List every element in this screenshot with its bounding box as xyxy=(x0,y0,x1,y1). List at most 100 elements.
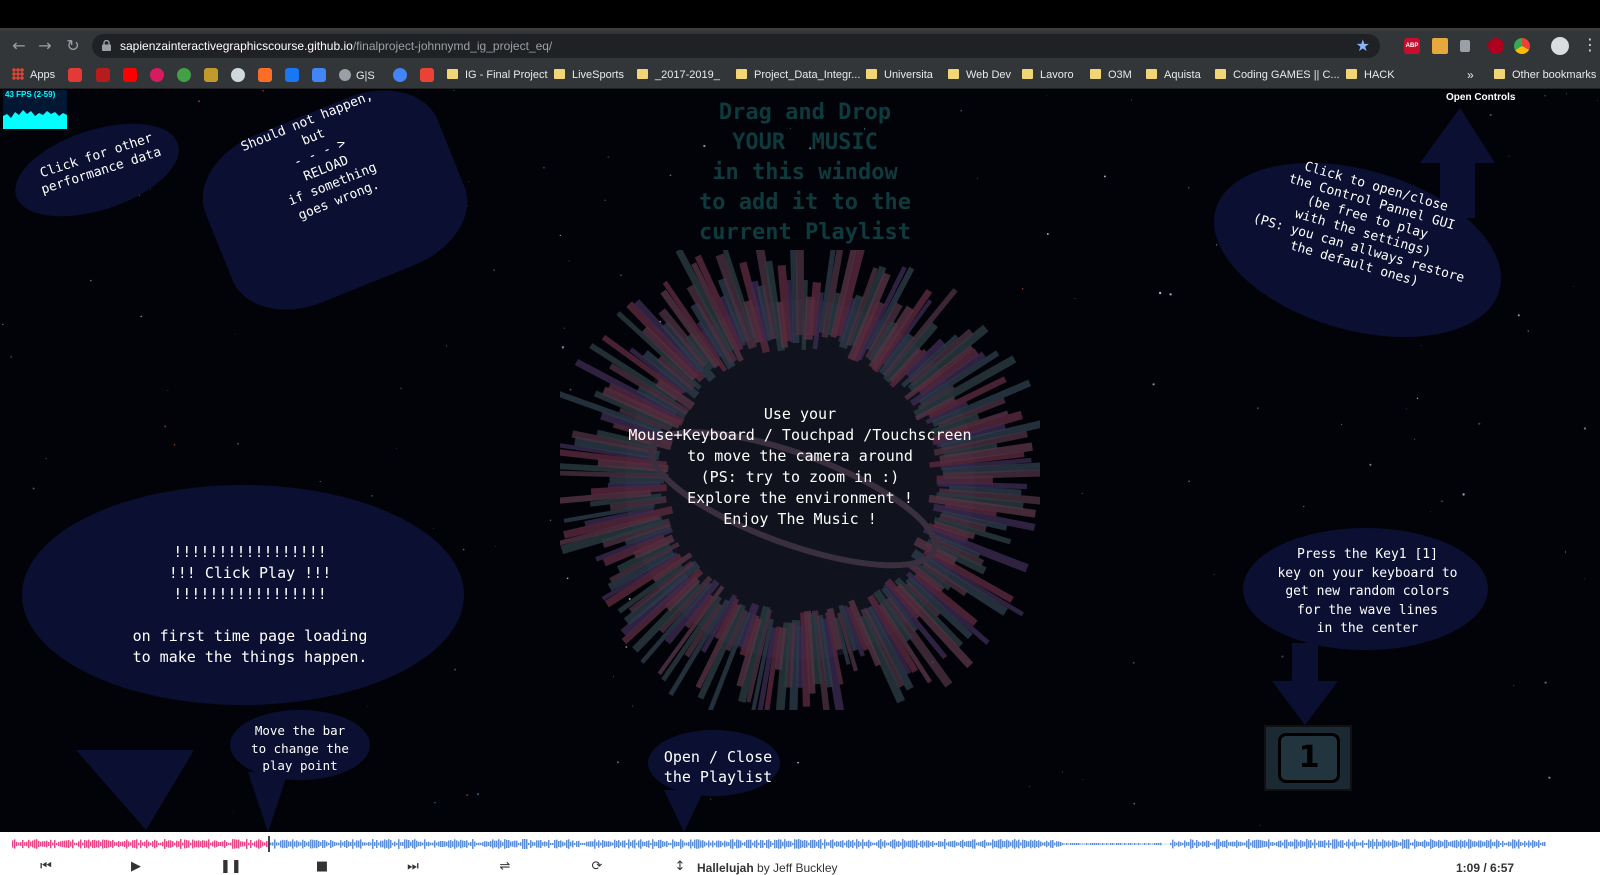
waveform-sample xyxy=(222,841,224,847)
folder-icon xyxy=(1346,69,1357,79)
github-favicon-icon[interactable] xyxy=(231,68,245,82)
waveform-sample xyxy=(852,839,854,848)
waveform-sample xyxy=(1110,843,1112,845)
waveform-sample xyxy=(316,839,318,849)
chrome-extension-icon[interactable] xyxy=(1514,38,1530,54)
keyboard-key1-icon: 1 xyxy=(1264,725,1352,791)
waveform-sample xyxy=(1348,839,1350,849)
waveform-sample xyxy=(450,840,452,848)
waveform-sample xyxy=(34,839,36,849)
profile-avatar[interactable] xyxy=(1551,37,1569,55)
waveform-sample xyxy=(118,841,120,847)
bookmark-favicon[interactable] xyxy=(204,68,218,82)
extension-icon[interactable] xyxy=(1460,40,1470,52)
address-bar[interactable]: sapienzainteractivegraphicscourse.github… xyxy=(92,34,1380,58)
youtube-favicon-icon[interactable] xyxy=(123,68,137,82)
bookmark-apps[interactable]: Apps xyxy=(12,67,55,83)
facebook-favicon-icon[interactable] xyxy=(285,68,299,82)
waveform-sample xyxy=(758,842,760,846)
extension-icon[interactable] xyxy=(1488,38,1504,54)
waveform-sample xyxy=(408,840,410,848)
extension-icon[interactable] xyxy=(1432,38,1448,54)
bookmark-favicon[interactable] xyxy=(177,68,191,82)
bookmark-favicon[interactable] xyxy=(393,68,407,82)
forward-icon[interactable]: → xyxy=(34,35,56,57)
menu-dots-icon[interactable]: ⋮ xyxy=(1582,35,1598,54)
waveform-sample xyxy=(954,840,956,848)
waveform-sample xyxy=(1382,839,1384,849)
waveform-sample xyxy=(1520,842,1522,846)
other-bookmarks[interactable]: Other bookmarks xyxy=(1494,67,1596,83)
star xyxy=(466,794,469,796)
waveform-sample xyxy=(96,840,98,848)
pause-button[interactable]: ❚❚ xyxy=(220,860,242,874)
playlist-toggle-button[interactable]: ↕ xyxy=(670,860,690,874)
adblock-extension-icon[interactable]: ABP xyxy=(1404,38,1420,54)
star xyxy=(396,447,398,449)
bookmark-favicon[interactable] xyxy=(150,68,164,82)
waveform-sample xyxy=(1510,842,1512,846)
stop-button[interactable]: ■ xyxy=(312,860,332,874)
waveform-sample xyxy=(1412,842,1414,846)
waveform-sample xyxy=(1098,843,1100,845)
key1-cap: 1 xyxy=(1278,733,1340,783)
waveform-sample xyxy=(1380,841,1382,847)
waveform-seekbar[interactable] xyxy=(0,832,1600,858)
bookmark-favicon[interactable] xyxy=(68,68,82,82)
waveform-sample xyxy=(376,840,378,848)
bookmark-folder[interactable]: Project_Data_Integr... xyxy=(736,67,860,83)
waveform-sample xyxy=(202,840,204,848)
waveform-sample xyxy=(24,842,26,846)
waveform-sample xyxy=(336,842,338,846)
open-controls-button[interactable]: Open Controls xyxy=(1446,92,1515,103)
waveform-sample xyxy=(1394,840,1396,848)
visualizer-canvas[interactable]: Click for other performance data Should … xyxy=(0,90,1600,832)
waveform-sample xyxy=(404,839,406,849)
waveform-sample xyxy=(846,840,848,848)
bookmark-gis[interactable]: G|S xyxy=(339,67,375,83)
bookmark-folder[interactable]: Aquista xyxy=(1146,67,1201,83)
bookmark-folder[interactable]: IG - Final Project xyxy=(447,67,548,83)
waveform-sample xyxy=(542,842,544,846)
waveform-sample xyxy=(836,841,838,847)
playhead[interactable] xyxy=(268,836,270,852)
bookmark-folder[interactable]: Universita xyxy=(866,67,933,83)
bookmarks-overflow-chevron[interactable]: » xyxy=(1467,67,1474,83)
waveform-sample xyxy=(676,841,678,847)
waveform-sample xyxy=(424,839,426,849)
waveform-sample xyxy=(444,841,446,847)
waveform-sample xyxy=(642,841,644,847)
bookmark-folder[interactable]: Lavoro xyxy=(1022,67,1074,83)
waveform-sample xyxy=(294,841,296,847)
shuffle-button[interactable]: ⇌ xyxy=(495,860,515,874)
gmail-favicon-icon[interactable] xyxy=(420,68,434,82)
bookmark-folder[interactable]: O3M xyxy=(1090,67,1132,83)
repeat-button[interactable]: ⟳ xyxy=(587,860,607,874)
bookmark-folder[interactable]: HACK xyxy=(1346,67,1395,83)
bookmark-folder[interactable]: _2017-2019_ xyxy=(637,67,720,83)
reload-icon[interactable]: ↻ xyxy=(62,35,84,57)
waveform-sample xyxy=(428,841,430,847)
bookmark-folder[interactable]: Coding GAMES || C... xyxy=(1215,67,1340,83)
waveform-sample xyxy=(1350,842,1352,846)
translate-favicon-icon[interactable] xyxy=(312,68,326,82)
next-track-button[interactable]: ⏭ xyxy=(403,860,423,874)
waveform-sample xyxy=(1494,841,1496,847)
waveform-sample xyxy=(1320,840,1322,848)
prev-track-button[interactable]: ⏮ xyxy=(36,860,56,874)
star xyxy=(468,181,470,183)
waveform-sample xyxy=(1024,840,1026,849)
waveform-sample xyxy=(706,842,708,846)
bookmark-favicon[interactable] xyxy=(96,68,110,82)
waveform-sample xyxy=(550,843,552,846)
fps-stats-panel[interactable]: 43 FPS (2-59) xyxy=(3,90,67,129)
waveform-sample xyxy=(232,839,234,849)
folder-icon xyxy=(1022,69,1033,79)
bookmark-star-icon[interactable]: ★ xyxy=(1356,36,1370,55)
bookmark-folder[interactable]: LiveSports xyxy=(554,67,624,83)
play-button[interactable]: ▶ xyxy=(126,860,146,874)
bookmark-folder[interactable]: Web Dev xyxy=(948,67,1011,83)
waveform-sample xyxy=(712,840,714,848)
gitlab-favicon-icon[interactable] xyxy=(258,68,272,82)
back-icon[interactable]: ← xyxy=(8,35,30,57)
